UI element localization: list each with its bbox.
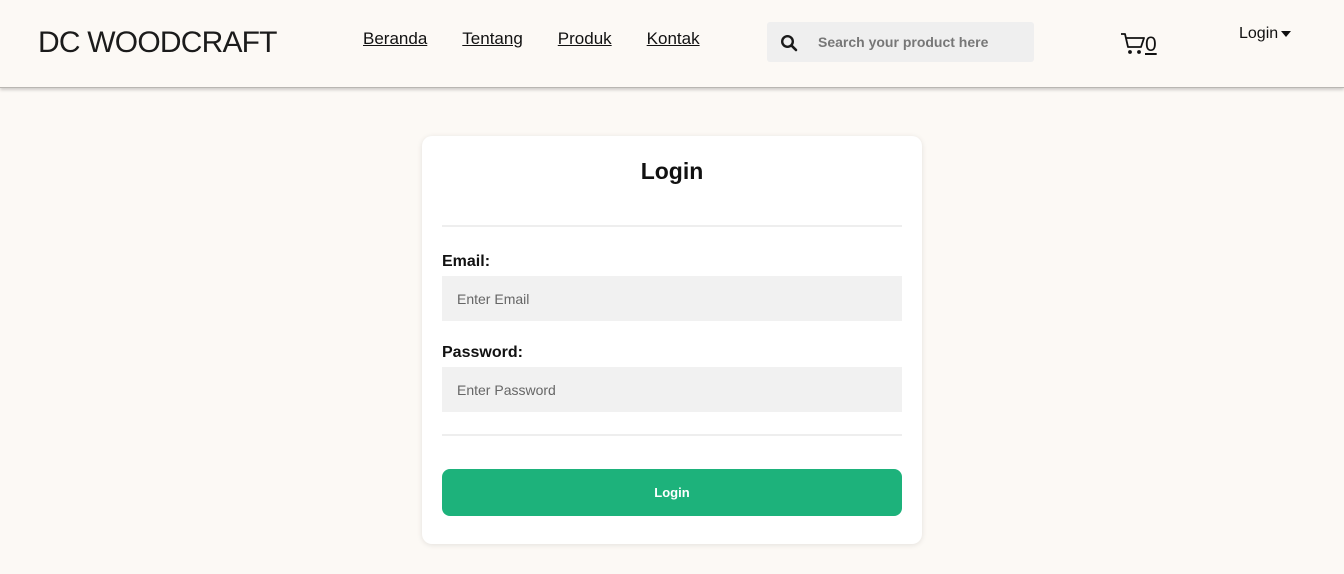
email-field[interactable] xyxy=(442,276,902,321)
nav-link-kontak[interactable]: Kontak xyxy=(647,28,700,50)
search-icon[interactable] xyxy=(780,34,798,52)
nav-link-tentang[interactable]: Tentang xyxy=(462,28,523,50)
divider-bottom xyxy=(442,434,902,436)
divider-top xyxy=(442,225,902,227)
login-card: Login Email: Password: Login xyxy=(422,136,922,544)
cart-link[interactable]: 0 xyxy=(1120,27,1157,57)
login-dropdown[interactable]: Login xyxy=(1239,25,1292,43)
login-title: Login xyxy=(640,158,704,184)
password-label: Password: xyxy=(442,344,523,361)
search-bar xyxy=(767,22,1034,62)
nav-link-produk[interactable]: Produk xyxy=(558,28,612,50)
search-input[interactable] xyxy=(811,22,1026,62)
cart-icon xyxy=(1121,33,1145,54)
login-submit-button[interactable]: Login xyxy=(442,469,902,516)
email-label: Email: xyxy=(442,253,491,270)
navbar: DC WOODCRAFT Beranda Tentang Produk Kont… xyxy=(0,0,1344,88)
login-dropdown-label: Login xyxy=(1239,25,1279,42)
cart-count[interactable]: 0 xyxy=(1145,33,1157,57)
nav-link-beranda[interactable]: Beranda xyxy=(363,28,427,50)
password-field[interactable] xyxy=(442,367,902,412)
main-nav: Beranda Tentang Produk Kontak xyxy=(363,28,735,50)
brand-logo[interactable]: DC WOODCRAFT xyxy=(38,24,278,62)
caret-down-icon xyxy=(1281,31,1292,37)
